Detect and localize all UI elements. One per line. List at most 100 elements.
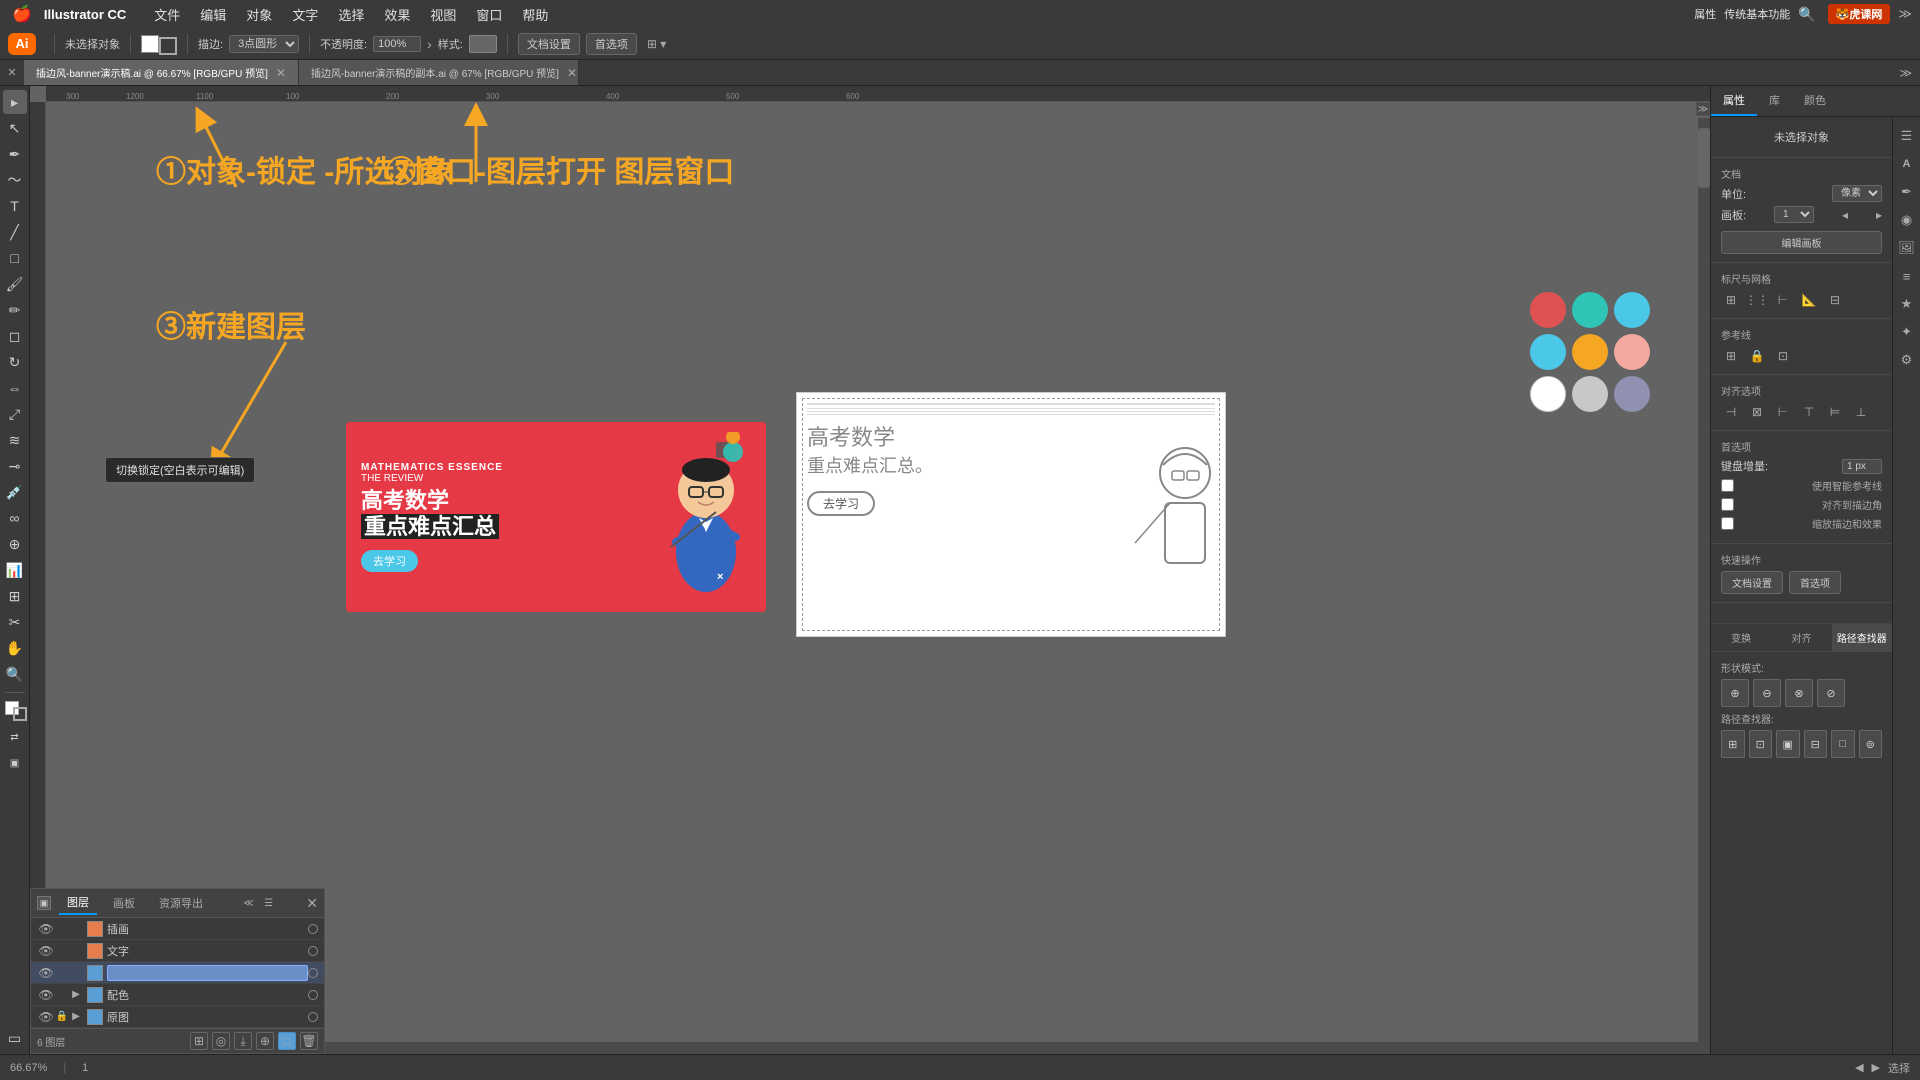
quick-doc-setup-btn[interactable]: 文档设置 bbox=[1721, 571, 1783, 594]
layer-lock-chuahua[interactable]: 🔒 bbox=[55, 923, 69, 934]
snap-grid-icon[interactable]: ⋮⋮ bbox=[1747, 290, 1767, 310]
layer-eye-chuahua[interactable]: 👁 bbox=[37, 922, 55, 936]
tab-color[interactable]: 颜色 bbox=[1792, 86, 1838, 116]
pf-unite[interactable]: ⊕ bbox=[1721, 679, 1749, 707]
pf-exclude[interactable]: ⊘ bbox=[1817, 679, 1845, 707]
layer-eye-wenzi[interactable]: 👁 bbox=[37, 944, 55, 958]
transform-tab[interactable]: 变换 bbox=[1711, 624, 1771, 651]
apple-menu[interactable]: 🍎 bbox=[12, 4, 32, 24]
eraser-tool[interactable]: ◻ bbox=[3, 324, 27, 348]
lock-guides-icon[interactable]: 🔒 bbox=[1747, 346, 1767, 366]
tab-1-close[interactable]: ✕ bbox=[567, 66, 577, 80]
pf-minus-front[interactable]: ⊖ bbox=[1753, 679, 1781, 707]
star-icon[interactable]: ★ bbox=[1896, 293, 1918, 315]
snap-px-input[interactable] bbox=[1842, 459, 1882, 474]
layer-lock-yuantu[interactable]: 🔒 bbox=[55, 1011, 69, 1022]
layer-row-peise[interactable]: 👁 🔒 ▶ 配色 bbox=[31, 984, 324, 1006]
warp-tool[interactable]: ≋ bbox=[3, 428, 27, 452]
swatch-teal[interactable] bbox=[1572, 292, 1608, 328]
change-screen-mode[interactable]: ▭ bbox=[3, 1026, 27, 1050]
layer-expand-yuantu[interactable]: ▶ bbox=[69, 1011, 83, 1022]
layer-row-editing[interactable]: 👁 🔒 bbox=[31, 962, 324, 984]
locate-object-btn[interactable]: ◎ bbox=[212, 1032, 230, 1050]
pf-minus-back[interactable]: ⊚ bbox=[1859, 730, 1883, 758]
menu-text[interactable]: 文字 bbox=[292, 5, 318, 24]
new-layer-btn[interactable]: □ bbox=[278, 1032, 296, 1050]
swatch-red[interactable] bbox=[1530, 292, 1566, 328]
tab-library[interactable]: 库 bbox=[1757, 86, 1792, 116]
smart-guides-checkbox[interactable] bbox=[1721, 479, 1734, 492]
ruler-icon[interactable]: ⊢ bbox=[1773, 290, 1793, 310]
layer-expand-peise[interactable]: ▶ bbox=[69, 989, 83, 1000]
color-mode-icon[interactable]: ▣ bbox=[3, 751, 27, 775]
fill-color-box[interactable] bbox=[141, 35, 159, 53]
collect-btn[interactable]: ⤓ bbox=[234, 1032, 252, 1050]
text-tool[interactable]: T bbox=[3, 194, 27, 218]
layer-circle-wenzi[interactable] bbox=[308, 946, 318, 956]
snap-effects-checkbox[interactable] bbox=[1721, 517, 1734, 530]
show-guides-icon[interactable]: ⊞ bbox=[1721, 346, 1741, 366]
menu-view[interactable]: 视图 bbox=[430, 5, 456, 24]
layers-close-icon[interactable]: ✕ bbox=[306, 895, 318, 912]
playback-next[interactable]: ▶ bbox=[1872, 1061, 1880, 1074]
menu-file[interactable]: 文件 bbox=[154, 5, 180, 24]
brush-icon-right[interactable]: ≡ bbox=[1896, 265, 1918, 287]
swatch-gray[interactable] bbox=[1572, 376, 1608, 412]
swatch-white[interactable] bbox=[1530, 376, 1566, 412]
pencil-tool[interactable]: ✏ bbox=[3, 298, 27, 322]
artboard-next[interactable]: ▸ bbox=[1876, 208, 1882, 222]
scale-tool[interactable]: ⤢ bbox=[3, 402, 27, 426]
tab-1[interactable]: 插边风-banner演示稿的副本.ai @ 67% [RGB/GPU 预览] ✕ bbox=[299, 60, 579, 85]
delete-layer-btn[interactable]: 🗑 bbox=[300, 1032, 318, 1050]
panel-expand-icon[interactable]: ≫ bbox=[1898, 6, 1912, 22]
swatch-pink[interactable] bbox=[1614, 334, 1650, 370]
playback-prev[interactable]: ◀ bbox=[1855, 1061, 1863, 1074]
unit-select[interactable]: 像素 bbox=[1832, 185, 1882, 202]
layers-menu-icon[interactable]: ☰ bbox=[261, 895, 277, 911]
align-left-icon[interactable]: ⊣ bbox=[1721, 402, 1741, 422]
doc-setup-btn[interactable]: 文档设置 bbox=[518, 33, 580, 55]
menu-window[interactable]: 窗口 bbox=[476, 5, 502, 24]
align-center-h-icon[interactable]: ⊠ bbox=[1747, 402, 1767, 422]
page-indicator[interactable]: 1 bbox=[82, 1062, 88, 1074]
tab-properties[interactable]: 属性 bbox=[1711, 86, 1757, 116]
settings-icon[interactable]: ⚙ bbox=[1896, 349, 1918, 371]
search-icon[interactable]: 🔍 bbox=[1798, 6, 1815, 23]
slice-tool[interactable]: ✂ bbox=[3, 610, 27, 634]
layer-eye-editing[interactable]: 👁 bbox=[37, 966, 55, 980]
edit-artboard-btn[interactable]: 编辑画板 bbox=[1721, 231, 1882, 254]
layers-panel-pin[interactable]: ▣ bbox=[37, 896, 51, 910]
stroke-color-box[interactable] bbox=[159, 37, 177, 55]
ai-action-icon[interactable]: ✦ bbox=[1896, 321, 1918, 343]
collapse-panel-icon[interactable]: ≫ bbox=[1698, 104, 1708, 115]
pen-icon[interactable]: ✒ bbox=[1896, 181, 1918, 203]
symbol-tool[interactable]: ⊕ bbox=[3, 532, 27, 556]
symbol-icon-right[interactable]: ◉ bbox=[1896, 209, 1918, 231]
make-guide-icon[interactable]: ⊡ bbox=[1773, 346, 1793, 366]
stroke-style-select[interactable]: 3点圆形 bbox=[229, 35, 299, 53]
artboards-tab[interactable]: 画板 bbox=[105, 892, 143, 914]
properties-icon[interactable]: ☰ bbox=[1896, 125, 1918, 147]
align-right-icon[interactable]: ⊢ bbox=[1773, 402, 1793, 422]
layer-eye-peise[interactable]: 👁 bbox=[37, 988, 55, 1002]
layer-eye-yuantu[interactable]: 👁 bbox=[37, 1010, 55, 1024]
align-center-v-icon[interactable]: ⊨ bbox=[1825, 402, 1845, 422]
style-box[interactable] bbox=[469, 35, 497, 53]
typekit-icon[interactable]: A bbox=[1896, 153, 1918, 175]
artboard-prev[interactable]: ◂ bbox=[1842, 208, 1848, 222]
layers-tab[interactable]: 图层 bbox=[59, 891, 97, 915]
swatch-orange[interactable] bbox=[1572, 334, 1608, 370]
pf-merge[interactable]: ▣ bbox=[1776, 730, 1800, 758]
swatch-blue[interactable] bbox=[1614, 292, 1650, 328]
menu-edit[interactable]: 编辑 bbox=[200, 5, 226, 24]
menu-effect[interactable]: 效果 bbox=[384, 5, 410, 24]
width-tool[interactable]: ⊸ bbox=[3, 454, 27, 478]
swap-colors-icon[interactable]: ⇄ bbox=[3, 725, 27, 749]
layer-row-chuahua[interactable]: 👁 🔒 插画 bbox=[31, 918, 324, 940]
layer-lock-wenzi[interactable]: 🔒 bbox=[55, 945, 69, 956]
artboard-tool[interactable]: ⊞ bbox=[3, 584, 27, 608]
mirror-tool[interactable]: ⇔ bbox=[3, 376, 27, 400]
layer-row-wenzi[interactable]: 👁 🔒 文字 bbox=[31, 940, 324, 962]
blend-tool[interactable]: ∞ bbox=[3, 506, 27, 530]
pf-crop[interactable]: ⊟ bbox=[1804, 730, 1828, 758]
